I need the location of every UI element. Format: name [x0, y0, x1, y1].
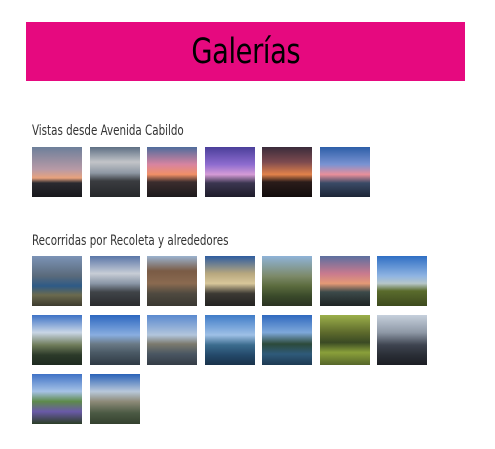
gallery-thumbnail[interactable]: [89, 374, 140, 424]
gallery-grid-cabildo: [32, 147, 427, 197]
gallery-thumbnail[interactable]: [32, 147, 82, 197]
gallery-thumbnail[interactable]: [147, 147, 197, 197]
gallery-thumbnail[interactable]: [89, 256, 140, 306]
gallery-thumbnail[interactable]: [319, 256, 370, 306]
gallery-thumbnail[interactable]: [204, 315, 255, 365]
gallery-thumbnail[interactable]: [89, 147, 140, 197]
gallery-title-recoleta: Recorridas por Recoleta y alrededores: [32, 233, 229, 249]
gallery-thumbnail[interactable]: [262, 315, 312, 365]
gallery-thumbnail[interactable]: [32, 315, 82, 365]
gallery-thumbnail[interactable]: [377, 315, 427, 365]
page-header-banner: Galerías: [26, 22, 465, 81]
gallery-title-cabildo: Vistas desde Avenida Cabildo: [32, 123, 184, 139]
gallery-thumbnail[interactable]: [89, 315, 140, 365]
gallery-thumbnail[interactable]: [204, 256, 255, 306]
gallery-thumbnail[interactable]: [377, 256, 427, 306]
gallery-thumbnail[interactable]: [32, 374, 82, 424]
gallery-thumbnail[interactable]: [319, 147, 370, 197]
gallery-thumbnail[interactable]: [32, 256, 82, 306]
gallery-thumbnail[interactable]: [147, 315, 197, 365]
gallery-thumbnail[interactable]: [262, 256, 312, 306]
gallery-thumbnail[interactable]: [319, 315, 370, 365]
gallery-thumbnail[interactable]: [262, 147, 312, 197]
gallery-thumbnail[interactable]: [204, 147, 255, 197]
gallery-grid-recoleta: [32, 256, 427, 424]
page-title: Galerías: [191, 31, 300, 72]
gallery-thumbnail[interactable]: [147, 256, 197, 306]
